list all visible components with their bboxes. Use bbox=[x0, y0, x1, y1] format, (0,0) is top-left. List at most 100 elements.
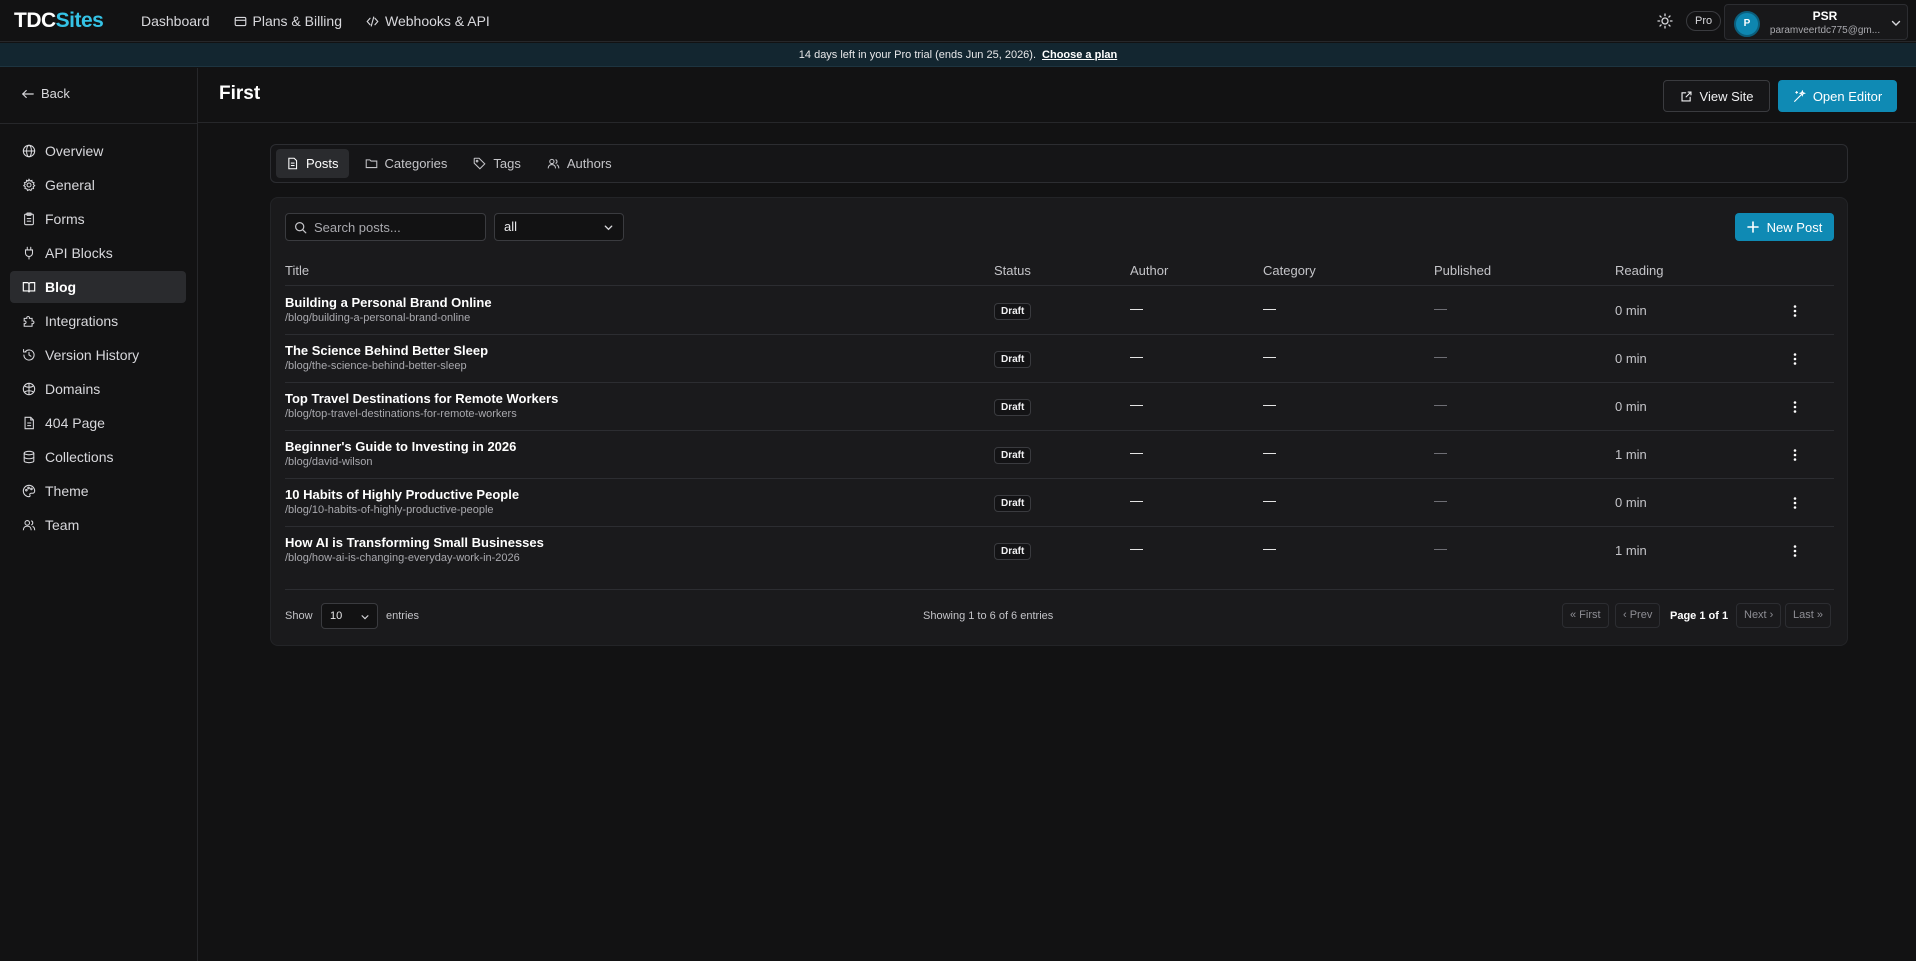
column-header-title[interactable]: Title bbox=[285, 263, 309, 278]
post-title[interactable]: How AI is Transforming Small Businesses bbox=[285, 535, 544, 550]
sidebar-item-label: Integrations bbox=[45, 313, 119, 329]
post-title[interactable]: Beginner's Guide to Investing in 2026 bbox=[285, 439, 516, 454]
post-title[interactable]: Building a Personal Brand Online bbox=[285, 295, 492, 310]
reading-time-cell: 0 min bbox=[1615, 495, 1647, 510]
reading-time-cell: 0 min bbox=[1615, 351, 1647, 366]
column-header-published[interactable]: Published bbox=[1434, 263, 1491, 278]
more-vertical-icon[interactable] bbox=[1787, 447, 1803, 463]
sidebar-item-general[interactable]: General bbox=[10, 169, 186, 201]
choose-plan-link[interactable]: Choose a plan bbox=[1042, 49, 1117, 61]
sidebar-item-integrations[interactable]: Integrations bbox=[10, 305, 186, 337]
nav-dashboard[interactable]: Dashboard bbox=[141, 13, 210, 29]
column-header-reading[interactable]: Reading bbox=[1615, 263, 1663, 278]
trial-banner-text: 14 days left in your Pro trial (ends Jun… bbox=[798, 49, 1037, 61]
column-header-status[interactable]: Status bbox=[994, 263, 1031, 278]
post-title[interactable]: The Science Behind Better Sleep bbox=[285, 343, 488, 358]
sidebar-item-blog[interactable]: Blog bbox=[10, 271, 186, 303]
open-editor-button[interactable]: Open Editor bbox=[1778, 80, 1897, 112]
app-logo[interactable]: TDCSites bbox=[14, 9, 104, 33]
column-header-category[interactable]: Category bbox=[1263, 263, 1316, 278]
folder-icon bbox=[365, 159, 377, 169]
new-post-button[interactable]: New Post bbox=[1735, 213, 1834, 241]
wand-icon bbox=[1793, 89, 1806, 102]
column-header-author[interactable]: Author bbox=[1130, 263, 1168, 278]
tab-tags[interactable]: Tags bbox=[463, 149, 530, 178]
tab-categories[interactable]: Categories bbox=[355, 149, 458, 178]
tab-authors[interactable]: Authors bbox=[537, 149, 622, 178]
tab-label: Tags bbox=[493, 156, 521, 171]
next-page-button[interactable]: Next › bbox=[1736, 603, 1782, 628]
last-page-button[interactable]: Last » bbox=[1785, 603, 1831, 628]
palette-icon bbox=[22, 484, 36, 498]
status-filter-select[interactable]: all bbox=[494, 213, 624, 241]
sidebar-item-label: Theme bbox=[45, 483, 89, 499]
status-badge: Draft bbox=[994, 447, 1032, 464]
back-button[interactable]: Back bbox=[21, 86, 70, 101]
more-vertical-icon[interactable] bbox=[1787, 303, 1803, 319]
show-label: Show bbox=[285, 610, 313, 622]
search-input[interactable] bbox=[314, 214, 482, 240]
table-row[interactable]: How AI is Transforming Small Businesses … bbox=[285, 527, 1834, 575]
blog-tabs: Posts Categories Tags Authors bbox=[270, 144, 1848, 183]
sidebar-item-team[interactable]: Team bbox=[10, 509, 186, 541]
post-title[interactable]: 10 Habits of Highly Productive People bbox=[285, 487, 519, 502]
sidebar-item-api-blocks[interactable]: API Blocks bbox=[10, 237, 186, 269]
sidebar-menu: Overview General Forms API Blocks Blog I… bbox=[10, 135, 186, 543]
more-vertical-icon[interactable] bbox=[1787, 543, 1803, 559]
published-cell: — bbox=[1434, 349, 1447, 364]
sidebar-item-overview[interactable]: Overview bbox=[10, 135, 186, 167]
post-slug: /blog/david-wilson bbox=[285, 456, 373, 468]
sidebar-item-404-page[interactable]: 404 Page bbox=[10, 407, 186, 439]
nav-plans-billing[interactable]: Plans & Billing bbox=[234, 13, 342, 29]
page-size-select[interactable]: 10 bbox=[321, 603, 378, 629]
more-vertical-icon[interactable] bbox=[1787, 399, 1803, 415]
more-vertical-icon[interactable] bbox=[1787, 351, 1803, 367]
user-email: paramveertdc775@gm... bbox=[1769, 25, 1881, 36]
entries-summary: Showing 1 to 6 of 6 entries bbox=[923, 610, 1054, 622]
clipboard-icon bbox=[24, 212, 34, 226]
trial-banner: 14 days left in your Pro trial (ends Jun… bbox=[0, 43, 1916, 67]
page-size-value: 10 bbox=[330, 610, 343, 622]
prev-page-button[interactable]: ‹ Prev bbox=[1615, 603, 1661, 628]
avatar: P bbox=[1734, 11, 1760, 37]
chevron-down-icon bbox=[604, 225, 613, 231]
table-row[interactable]: Top Travel Destinations for Remote Worke… bbox=[285, 383, 1834, 431]
sidebar-item-label: 404 Page bbox=[45, 415, 105, 431]
author-cell: — bbox=[1130, 397, 1143, 412]
view-site-button[interactable]: View Site bbox=[1663, 80, 1770, 112]
author-cell: — bbox=[1130, 349, 1143, 364]
table-row[interactable]: Building a Personal Brand Online /blog/b… bbox=[285, 287, 1834, 335]
top-nav: Dashboard Plans & Billing Webhooks & API bbox=[141, 0, 490, 42]
sidebar-item-theme[interactable]: Theme bbox=[10, 475, 186, 507]
status-badge: Draft bbox=[994, 351, 1032, 368]
user-name: PSR bbox=[1812, 9, 1838, 23]
table-row[interactable]: 10 Habits of Highly Productive People /b… bbox=[285, 479, 1834, 527]
external-link-icon bbox=[1680, 90, 1692, 102]
database-icon bbox=[23, 450, 35, 464]
sidebar-item-version-history[interactable]: Version History bbox=[10, 339, 186, 371]
sidebar-divider bbox=[0, 123, 197, 124]
sun-icon[interactable] bbox=[1657, 13, 1673, 29]
reading-time-cell: 0 min bbox=[1615, 303, 1647, 318]
sidebar-item-collections[interactable]: Collections bbox=[10, 441, 186, 473]
chevron-down-icon bbox=[1891, 20, 1901, 26]
category-cell: — bbox=[1263, 541, 1276, 556]
tab-posts[interactable]: Posts bbox=[276, 149, 349, 178]
author-cell: — bbox=[1130, 445, 1143, 460]
nav-webhooks-api[interactable]: Webhooks & API bbox=[366, 13, 490, 29]
post-slug: /blog/10-habits-of-highly-productive-peo… bbox=[285, 504, 494, 516]
table-row[interactable]: The Science Behind Better Sleep /blog/th… bbox=[285, 335, 1834, 383]
sidebar-item-domains[interactable]: Domains bbox=[10, 373, 186, 405]
status-badge: Draft bbox=[994, 399, 1032, 416]
sidebar-item-forms[interactable]: Forms bbox=[10, 203, 186, 235]
post-title[interactable]: Top Travel Destinations for Remote Worke… bbox=[285, 391, 558, 406]
table-footer-divider bbox=[285, 589, 1834, 590]
more-vertical-icon[interactable] bbox=[1787, 495, 1803, 511]
table-row[interactable]: Beginner's Guide to Investing in 2026 /b… bbox=[285, 431, 1834, 479]
user-menu[interactable]: P PSR paramveertdc775@gm... bbox=[1724, 4, 1908, 40]
table-header: Title Status Author Category Published R… bbox=[285, 255, 1834, 286]
book-icon bbox=[22, 282, 36, 293]
puzzle-icon bbox=[23, 315, 35, 327]
first-page-button[interactable]: « First bbox=[1562, 603, 1609, 628]
new-post-label: New Post bbox=[1766, 219, 1823, 235]
